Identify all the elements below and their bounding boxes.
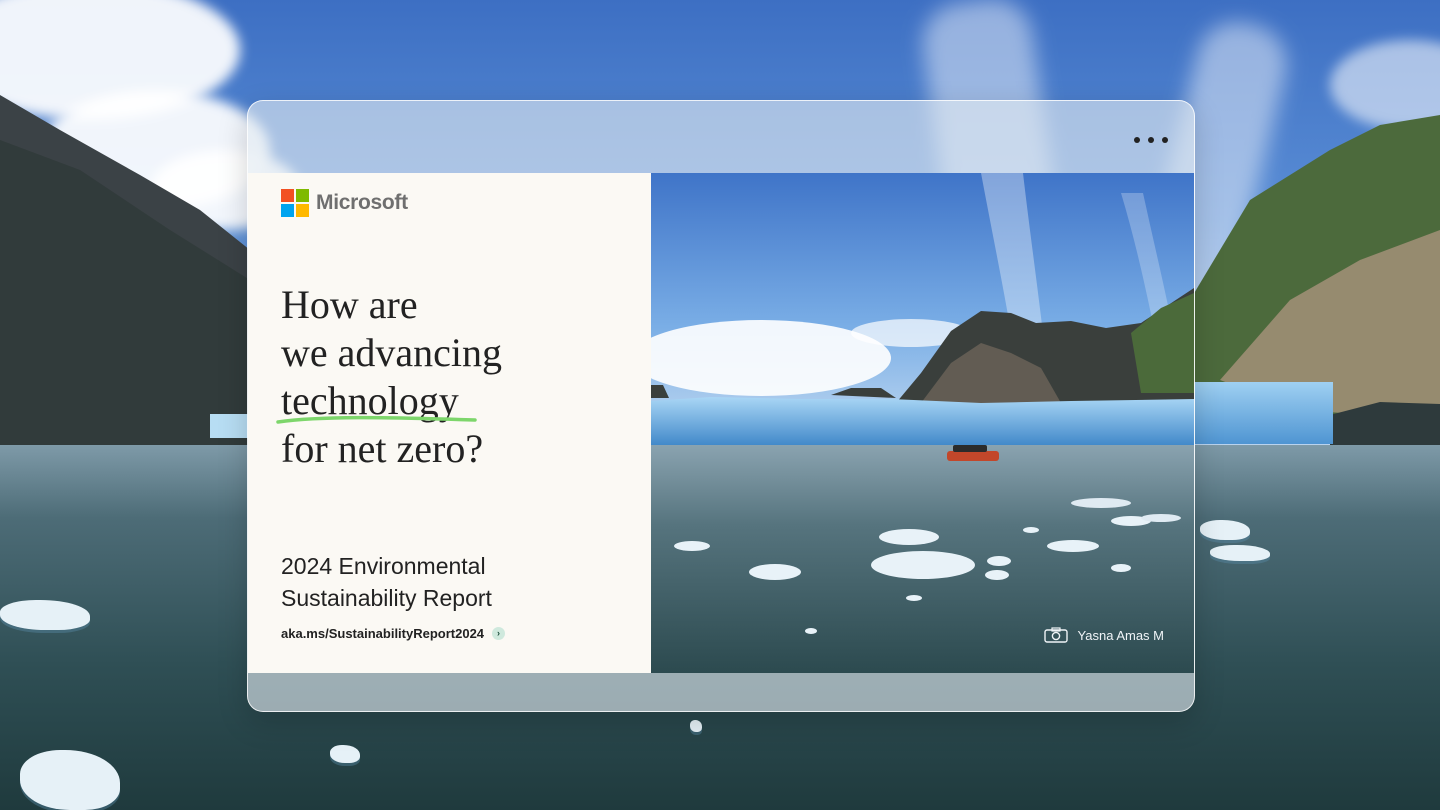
photo-credit-name: Yasna Amas M (1077, 627, 1164, 643)
headline-line: How are (281, 282, 418, 327)
report-title-line: 2024 Environmental (281, 553, 486, 579)
window-content: Microsoft How are we advancing technolog… (248, 173, 1194, 673)
glacier-right (1193, 382, 1333, 444)
ice-floe (0, 600, 90, 630)
more-options-button[interactable] (1134, 131, 1168, 149)
report-title: 2024 Environmental Sustainability Report (281, 550, 621, 614)
highlight-underline (276, 415, 477, 424)
more-horizontal-icon (1148, 137, 1154, 143)
highlighted-word: technology (276, 377, 477, 425)
glacier-photo: Yasna Amas M (651, 173, 1194, 673)
ice-floe (330, 745, 360, 763)
ice-floe (690, 720, 702, 732)
chevron-right-icon: › (492, 627, 506, 640)
more-horizontal-icon (1162, 137, 1168, 143)
brand-name: Microsoft (316, 191, 408, 214)
report-link-text: aka.ms/SustainabilityReport2024 (281, 626, 485, 641)
glacier-left (210, 414, 250, 438)
headline: How are we advancing technology for net … (276, 281, 641, 473)
ice-floe (1200, 520, 1250, 540)
app-window: Microsoft How are we advancing technolog… (247, 100, 1195, 712)
report-link[interactable]: aka.ms/SustainabilityReport2024 › (281, 626, 506, 641)
photo-credit: Yasna Amas M (1043, 627, 1164, 643)
microsoft-logo: Microsoft (281, 189, 408, 217)
report-title-line: Sustainability Report (281, 585, 492, 611)
headline-line: for net zero? (281, 426, 484, 471)
headline-line-highlight: technology (276, 377, 641, 425)
microsoft-logo-icon (281, 189, 309, 217)
more-horizontal-icon (1134, 137, 1140, 143)
window-titlebar (248, 101, 1194, 173)
glacier-photo-image (651, 173, 1194, 673)
camera-icon (1043, 627, 1068, 643)
ice-floe (1210, 545, 1270, 561)
report-panel: Microsoft How are we advancing technolog… (248, 173, 651, 673)
headline-line: we advancing (281, 330, 503, 375)
